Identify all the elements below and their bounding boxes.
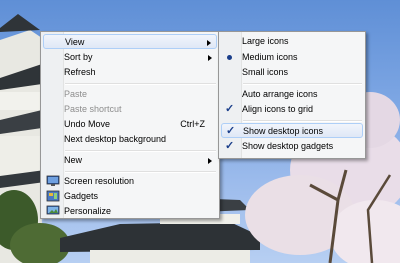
desktop-context-menu: View Sort by Refresh Paste Paste shortcu… [40,31,220,219]
menu-item-label: Sort by [64,52,93,62]
menu-item-label: Personalize [64,206,112,216]
menu-item-label: Paste shortcut [64,104,122,114]
menu-item-paste[interactable]: Paste [43,87,217,102]
menu-item-align-icons-to-grid[interactable]: ✓ Align icons to grid [221,102,363,117]
menu-item-shortcut: Ctrl+Z [180,119,205,129]
desktop[interactable]: View Sort by Refresh Paste Paste shortcu… [0,0,400,263]
menu-item-label: Large icons [242,36,289,46]
menu-item-label: Screen resolution [64,176,135,186]
radio-bullet-icon [227,55,232,60]
menu-item-label: Next desktop background [64,134,167,144]
menu-item-next-desktop-background[interactable]: Next desktop background [43,132,217,147]
menu-item-medium-icons[interactable]: Medium icons [221,50,363,65]
menu-separator [243,83,362,85]
menu-item-view[interactable]: View [43,34,217,49]
gadgets-icon [46,190,60,202]
view-submenu: Large icons Medium icons Small icons Aut… [218,31,366,159]
menu-item-label: New [64,155,83,165]
menu-item-label: Auto arrange icons [242,89,318,99]
menu-item-personalize[interactable]: Personalize [43,204,217,219]
menu-item-show-desktop-icons[interactable]: ✓ Show desktop icons [221,123,363,138]
menu-item-undo-move[interactable]: Undo Move Ctrl+Z [43,117,217,132]
menu-item-screen-resolution[interactable]: Screen resolution [43,174,217,189]
personalize-icon [46,205,60,215]
menu-item-label: Paste [64,89,88,99]
menu-separator [65,83,216,85]
menu-item-label: Gadgets [64,191,99,201]
menu-item-large-icons[interactable]: Large icons [221,34,363,49]
menu-item-small-icons[interactable]: Small icons [221,65,363,80]
checkmark-icon: ✓ [226,125,236,137]
submenu-arrow-icon [208,55,212,61]
checkmark-icon: ✓ [225,103,235,115]
screen-resolution-icon [46,175,60,186]
menu-item-label: Show desktop icons [243,126,324,136]
menu-item-label: Refresh [64,67,96,77]
menu-item-refresh[interactable]: Refresh [43,65,217,80]
menu-item-paste-shortcut[interactable]: Paste shortcut [43,102,217,117]
menu-item-sort-by[interactable]: Sort by [43,50,217,65]
menu-item-label: Small icons [242,67,289,77]
menu-item-gadgets[interactable]: Gadgets [43,189,217,204]
menu-separator [243,120,362,122]
menu-item-label: Medium icons [242,52,298,62]
menu-separator [65,150,216,152]
menu-item-label: View [65,37,85,47]
menu-item-label: Show desktop gadgets [242,141,334,151]
submenu-arrow-icon [207,40,211,46]
menu-item-new[interactable]: New [43,153,217,168]
checkmark-icon: ✓ [225,140,235,152]
menu-separator [65,171,216,173]
submenu-arrow-icon [208,158,212,164]
menu-item-label: Undo Move [64,119,111,129]
menu-item-auto-arrange-icons[interactable]: Auto arrange icons [221,87,363,102]
menu-item-label: Align icons to grid [242,104,314,114]
menu-item-show-desktop-gadgets[interactable]: ✓ Show desktop gadgets [221,139,363,154]
